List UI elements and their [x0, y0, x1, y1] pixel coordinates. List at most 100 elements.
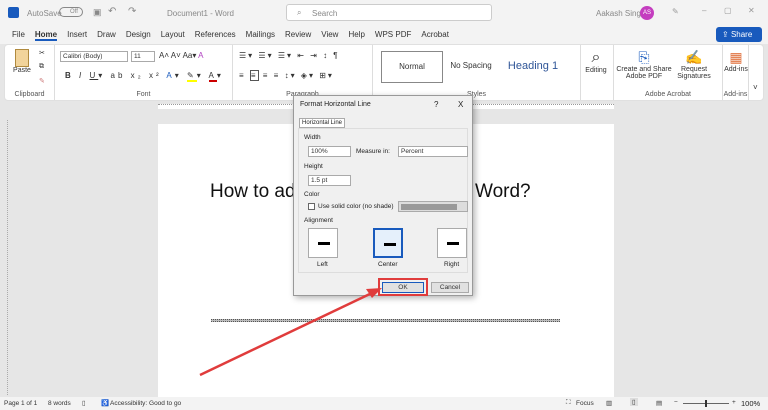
- search-box[interactable]: ⌕ Search: [286, 4, 492, 21]
- width-input[interactable]: 100%: [308, 146, 351, 157]
- share-label: Share: [730, 30, 753, 39]
- format-horizontal-line-dialog: Format Horizontal Line ? X Horizontal Li…: [293, 95, 473, 296]
- word-count[interactable]: 8 words: [48, 400, 71, 407]
- user-name[interactable]: Aakash Singh: [596, 9, 645, 18]
- accessibility-status[interactable]: Accessibility: Good to go: [110, 400, 181, 407]
- tab-design[interactable]: Design: [126, 30, 151, 39]
- clipboard-label: Clipboard: [14, 91, 45, 98]
- copy-icon[interactable]: ⧉: [39, 63, 44, 71]
- redo-icon[interactable]: ↷: [128, 6, 136, 17]
- document-title: Document1 - Word: [167, 9, 234, 18]
- font-name-select[interactable]: Calibri (Body): [60, 51, 128, 62]
- collapse-ribbon-icon[interactable]: ˅: [753, 83, 758, 92]
- search-icon: ⌕: [297, 8, 302, 17]
- status-bar: Page 1 of 1 8 words ▯ ♿ Accessibility: G…: [0, 397, 768, 410]
- signature-icon: ✍: [685, 49, 703, 65]
- height-label: Height: [304, 163, 323, 170]
- restore-button[interactable]: ▢: [724, 6, 732, 15]
- tab-insert[interactable]: Insert: [67, 30, 87, 39]
- cut-icon[interactable]: ✂: [39, 49, 45, 57]
- tab-horizontal-line[interactable]: Horizontal Line: [299, 118, 346, 128]
- cancel-button[interactable]: Cancel: [431, 282, 469, 293]
- word-logo-icon: [8, 7, 19, 18]
- tab-layout[interactable]: Layout: [161, 30, 185, 39]
- color-select[interactable]: [398, 201, 468, 212]
- create-share-pdf-button[interactable]: ⎘ Create and Share Adobe PDF: [616, 49, 672, 80]
- style-normal[interactable]: Normal: [381, 51, 443, 83]
- tab-draw[interactable]: Draw: [97, 30, 116, 39]
- addins-group: ▦ Add-ins Add-ins: [723, 45, 749, 100]
- font-label: Font: [136, 91, 151, 98]
- tab-file[interactable]: File: [12, 30, 25, 39]
- share-button[interactable]: ⇪ Share: [716, 27, 762, 42]
- help-button[interactable]: ?: [434, 100, 438, 109]
- title-bar: AutoSave Off ▣ ↶ ↷ Document1 - Word ⌕ Se…: [0, 0, 768, 26]
- avatar[interactable]: AS: [640, 6, 654, 20]
- focus-button[interactable]: Focus: [576, 400, 594, 407]
- pdf-icon: ⎘: [638, 49, 650, 65]
- format-icons[interactable]: B I U▾ ab x₂ x² A▾ ✎▾ A▾: [65, 71, 224, 82]
- height-input[interactable]: 1.5 pt: [308, 175, 351, 186]
- align-right-option[interactable]: [437, 228, 467, 258]
- proofing-icon[interactable]: ▯: [82, 399, 86, 407]
- page-count[interactable]: Page 1 of 1: [4, 400, 37, 407]
- request-signatures-button[interactable]: ✍ Request Signatures: [674, 49, 714, 80]
- minimize-button[interactable]: –: [702, 6, 706, 15]
- font-group: Calibri (Body) 11 A˄ A˅ Aa▾ A B I U▾ ab …: [55, 45, 233, 100]
- save-icon[interactable]: ▣: [93, 7, 102, 18]
- alignment-label: Alignment: [304, 217, 333, 224]
- undo-icon[interactable]: ↶: [108, 6, 116, 17]
- solid-color-checkbox[interactable]: [308, 203, 315, 210]
- ribbon-tabs: File Home Insert Draw Design Layout References…: [0, 26, 768, 44]
- horizontal-line[interactable]: [211, 319, 560, 322]
- measure-in-select[interactable]: Percent: [398, 146, 468, 157]
- zoom-slider[interactable]: [683, 400, 729, 407]
- color-label: Color: [304, 191, 320, 198]
- tab-mailings[interactable]: Mailings: [246, 30, 275, 39]
- clipboard-icon: [15, 49, 29, 67]
- zoom-in-button[interactable]: +: [732, 399, 736, 406]
- format-painter-icon[interactable]: ✎: [39, 77, 45, 85]
- tab-review[interactable]: Review: [285, 30, 311, 39]
- style-no-spacing[interactable]: No Spacing: [445, 51, 497, 83]
- font-tools-icons[interactable]: A˄ A˅ Aa▾ A: [159, 51, 204, 60]
- editing-button[interactable]: ⌕ Editing: [583, 49, 609, 74]
- request-sig-label: Request Signatures: [677, 66, 711, 80]
- search-icon: ⌕: [591, 49, 601, 66]
- ok-button[interactable]: OK: [382, 282, 424, 293]
- print-layout-icon[interactable]: ▯: [630, 398, 638, 406]
- adobe-acrobat-label: Adobe Acrobat: [645, 91, 691, 98]
- tab-help[interactable]: Help: [348, 30, 364, 39]
- editing-label: Editing: [585, 67, 607, 74]
- font-size-select[interactable]: 11: [131, 51, 155, 62]
- dialog-close-button[interactable]: X: [458, 100, 463, 109]
- list-icons[interactable]: ☰▾ ☰▾ ☰▾ ⇤ ⇥ ↕ ¶: [239, 51, 340, 60]
- tab-wps-pdf[interactable]: WPS PDF: [375, 30, 411, 39]
- align-center-label: Center: [378, 261, 398, 268]
- paste-button[interactable]: Paste: [11, 49, 33, 74]
- pen-icon[interactable]: ✎: [672, 7, 679, 16]
- tab-acrobat[interactable]: Acrobat: [421, 30, 449, 39]
- zoom-level[interactable]: 100%: [741, 399, 760, 408]
- tab-home[interactable]: Home: [34, 30, 58, 41]
- alignment-icons[interactable]: ≡ ≡ ≡ ≡ ↕▾ ◈▾ ⊞▾: [239, 70, 334, 81]
- measure-in-label: Measure in:: [356, 148, 390, 155]
- autosave-label: AutoSave: [27, 9, 62, 18]
- solid-color-label: Use solid color (no shade): [318, 203, 394, 210]
- addins-label: Add-ins: [723, 91, 748, 98]
- align-left-label: Left: [317, 261, 328, 268]
- read-mode-icon[interactable]: ▥: [606, 399, 612, 407]
- tab-references[interactable]: References: [195, 30, 236, 39]
- vertical-ruler: [2, 120, 8, 395]
- close-button[interactable]: ✕: [748, 6, 755, 15]
- web-layout-icon[interactable]: ▤: [656, 399, 662, 407]
- tab-view[interactable]: View: [321, 30, 338, 39]
- paragraph-group: ☰▾ ☰▾ ☰▾ ⇤ ⇥ ↕ ¶ ≡ ≡ ≡ ≡ ↕▾ ◈▾ ⊞▾ Paragr…: [233, 45, 373, 100]
- autosave-toggle[interactable]: Off: [59, 7, 83, 17]
- align-center-option[interactable]: [373, 228, 403, 258]
- align-left-option[interactable]: [308, 228, 338, 258]
- style-heading-1[interactable]: Heading 1: [499, 51, 567, 83]
- zoom-slider-thumb[interactable]: [705, 400, 707, 407]
- zoom-out-button[interactable]: −: [674, 399, 678, 406]
- addins-button[interactable]: ▦ Add-ins: [723, 49, 749, 73]
